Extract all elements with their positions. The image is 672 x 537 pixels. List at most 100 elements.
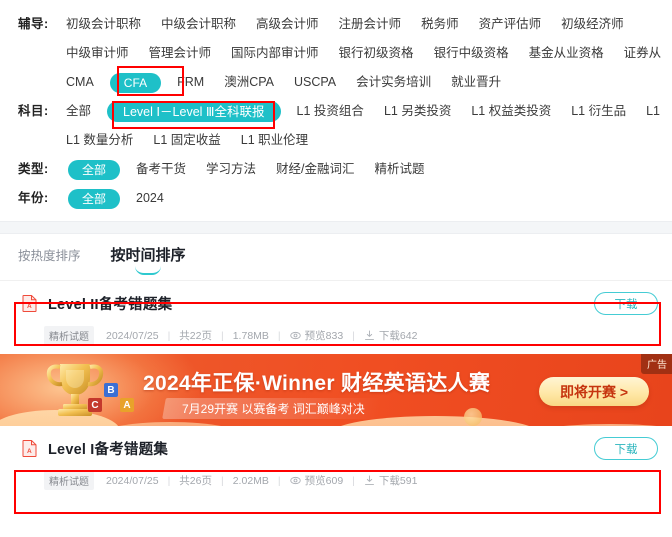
file-item-2-downloads: 下载591 [378, 475, 418, 487]
file-item-2-date: 2024/07/25 [106, 474, 159, 487]
sort-tab-by-time[interactable]: 按时间排序 [110, 246, 186, 275]
ad-block-letter: A [120, 398, 134, 412]
pdf-file-icon: A [22, 295, 37, 312]
filter-chip-chuji-jingjishi[interactable]: 初级经济师 [551, 10, 634, 39]
ad-coin-decoration [464, 408, 482, 426]
filter-chip-yinhang-chuji[interactable]: 银行初级资格 [329, 39, 424, 68]
active-tab-underline-icon [135, 266, 162, 275]
file-item-2-pages: 共26页 [179, 475, 212, 487]
sort-tab-by-time-label: 按时间排序 [110, 247, 186, 264]
filter-items-subject-line1: 全部 Level Ⅰ－Level Ⅲ全科联报 L1 投资组合 L1 另类投资 L… [62, 97, 664, 126]
ad-label-badge: 广告 [641, 354, 672, 374]
filter-chip-caijing-jinrong-cihui[interactable]: 财经/金融词汇 [266, 155, 364, 184]
file-item-2-meta: 精析试题 2024/07/25 | 共26页 | 2.02MB | 预览609 … [0, 471, 672, 499]
filter-chip-cpa[interactable]: 注册会计师 [329, 10, 412, 39]
filter-row-subject-line2: L1 数量分析 L1 固定收益 L1 职业伦理 [0, 126, 672, 155]
filter-chip-jiuye-jinsheng[interactable]: 就业晋升 [441, 68, 511, 97]
filter-chip-level1-level3[interactable]: Level Ⅰ－Level Ⅲ全科联报 [107, 101, 281, 122]
filter-chip-uscpa[interactable]: USCPA [284, 68, 346, 97]
file-item-2-title: Level I备考错题集 [48, 442, 169, 458]
file-item-1-views: 预览833 [304, 330, 344, 342]
filter-row-tutoring: 辅导: 初级会计职称 中级会计职称 高级会计师 注册会计师 税务师 资产评估师 … [0, 10, 672, 39]
download-icon [364, 475, 375, 486]
file-item-2-tag: 精析试题 [44, 471, 94, 490]
filter-chip-l1-zhiye-lunli[interactable]: L1 职业伦理 [231, 126, 318, 155]
ad-subtitle-text: 7月29开赛 以赛备考 词汇巅峰对决 [182, 402, 365, 416]
pdf-file-icon: A [22, 440, 37, 457]
filter-label-subject: 科目: [18, 104, 49, 118]
filter-chip-l1-yanshengpin[interactable]: L1 衍生品 [561, 97, 636, 126]
filter-chip-l1-linglei-touzi[interactable]: L1 另类投资 [374, 97, 461, 126]
file-item-1-date: 2024/07/25 [106, 329, 159, 342]
filter-chip-year-2024[interactable]: 2024 [126, 184, 174, 213]
filter-chip-beikao-ganhuo[interactable]: 备考干货 [126, 155, 196, 184]
ad-letter-blocks: C B A [88, 383, 136, 412]
file-item-1-download-button[interactable]: 下载 [594, 292, 658, 315]
meta-divider-icon: | [352, 329, 355, 342]
filter-panel: 辅导: 初级会计职称 中级会计职称 高级会计师 注册会计师 税务师 资产评估师 … [0, 0, 672, 221]
filter-chip-jingxi-shiti[interactable]: 精析试题 [365, 155, 435, 184]
file-item-2-main[interactable]: A Level I备考错题集 下载 [0, 426, 672, 471]
filter-chip-zhongji-shenjishi[interactable]: 中级审计师 [62, 39, 139, 68]
filter-chip-subject-all[interactable]: 全部 [62, 97, 101, 126]
filter-chip-l1-quanyi-touzi[interactable]: L1 权益类投资 [461, 97, 561, 126]
filter-row-tutoring-line2: 中级审计师 管理会计师 国际内部审计师 银行初级资格 银行中级资格 基金从业资格… [0, 39, 672, 68]
filter-chip-zichan-pinggushi[interactable]: 资产评估师 [469, 10, 552, 39]
sort-bar: 按热度排序 按时间排序 [0, 234, 672, 281]
advertisement-banner[interactable]: C B A 2024年正保·Winner 财经英语达人赛 7月29开赛 以赛备考… [0, 354, 672, 426]
filter-chip-frm[interactable]: FRM [167, 68, 214, 97]
filter-items-tutoring-line1: 初级会计职称 中级会计职称 高级会计师 注册会计师 税务师 资产评估师 初级经济… [62, 10, 664, 39]
filter-chip-jijin-congye[interactable]: 基金从业资格 [519, 39, 614, 68]
download-icon [364, 330, 375, 341]
file-item-1-title: Level II备考错题集 [48, 297, 173, 313]
file-item-2-size: 2.02MB [232, 474, 269, 487]
sort-tab-by-popularity[interactable]: 按热度排序 [18, 246, 81, 266]
filter-chip-guanli-kuaijishi[interactable]: 管理会计师 [139, 39, 222, 68]
filter-label-year: 年份: [18, 191, 49, 205]
filter-chip-zhongji-kuaiji[interactable]: 中级会计职称 [151, 10, 246, 39]
ad-block-letter: B [104, 383, 118, 397]
eye-icon [289, 330, 301, 341]
filter-row-year: 年份: 全部 2024 [0, 184, 672, 213]
filter-chip-yinhang-zhongji[interactable]: 银行中级资格 [424, 39, 519, 68]
file-item-1-meta: 精析试题 2024/07/25 | 共22页 | 1.78MB | 预览833 … [0, 326, 672, 354]
ad-block-letter: C [88, 398, 102, 412]
section-divider [0, 221, 672, 234]
trophy-icon [38, 358, 112, 425]
svg-text:A: A [27, 303, 32, 310]
filter-chip-l1-shuliang-fenxi[interactable]: L1 数量分析 [62, 126, 143, 155]
filter-chip-cma[interactable]: CMA [62, 68, 104, 97]
filter-chip-l1-touzi-zuhe[interactable]: L1 投资组合 [287, 97, 374, 126]
filter-chip-type-all[interactable]: 全部 [68, 159, 121, 180]
filter-chip-guoji-neibu-shenjishi[interactable]: 国际内部审计师 [221, 39, 329, 68]
filter-chip-l1-guding-shouyi[interactable]: L1 固定收益 [143, 126, 230, 155]
filter-chip-cfa[interactable]: CFA [109, 72, 162, 93]
filter-row-subject: 科目: 全部 Level Ⅰ－Level Ⅲ全科联报 L1 投资组合 L1 另类… [0, 97, 672, 126]
filter-chip-aozhou-cpa[interactable]: 澳洲CPA [214, 68, 284, 97]
ad-subtitle: 7月29开赛 以赛备考 词汇巅峰对决 [162, 398, 383, 419]
filter-items-type: 全部 备考干货 学习方法 财经/金融词汇 精析试题 [62, 155, 664, 184]
filter-chip-kuaiji-shiwu-peixun[interactable]: 会计实务培训 [346, 68, 441, 97]
filter-label-tutoring: 辅导: [18, 17, 49, 31]
filter-chip-chuji-kuaiji[interactable]: 初级会计职称 [62, 10, 151, 39]
svg-text:A: A [27, 448, 32, 455]
filter-chip-gaoji-kuaijishi[interactable]: 高级会计师 [246, 10, 329, 39]
filter-chip-shuiwushi[interactable]: 税务师 [411, 10, 469, 39]
file-item-1-tag: 精析试题 [44, 326, 94, 345]
file-item-2-download-button[interactable]: 下载 [594, 437, 658, 460]
ad-title: 2024年正保·Winner 财经英语达人赛 [143, 372, 491, 395]
filter-row-type: 类型: 全部 备考干货 学习方法 财经/金融词汇 精析试题 [0, 155, 672, 184]
file-item-1-main[interactable]: A Level II备考错题集 下载 [0, 281, 672, 326]
file-item-2: A Level I备考错题集 下载 精析试题 2024/07/25 | 共26页… [0, 426, 672, 499]
filter-chip-zhengquan-congye[interactable]: 证券从 [614, 39, 664, 68]
filter-label-type: 类型: [18, 162, 49, 176]
filter-chip-l1-gongsi[interactable]: L1 公 [636, 97, 664, 126]
meta-divider-icon: | [167, 474, 171, 487]
ad-cta-button[interactable]: 即将开赛 > [539, 377, 649, 406]
filter-row-tutoring-line3: CMA CFA FRM 澳洲CPA USCPA 会计实务培训 就业晋升 [0, 68, 672, 97]
file-item-1-size: 1.78MB [232, 329, 269, 342]
file-item-2-views: 预览609 [304, 475, 344, 487]
filter-chip-year-all[interactable]: 全部 [68, 188, 121, 209]
filter-items-tutoring-line2: 中级审计师 管理会计师 国际内部审计师 银行初级资格 银行中级资格 基金从业资格… [62, 39, 664, 68]
filter-chip-xuexi-fangfa[interactable]: 学习方法 [196, 155, 266, 184]
